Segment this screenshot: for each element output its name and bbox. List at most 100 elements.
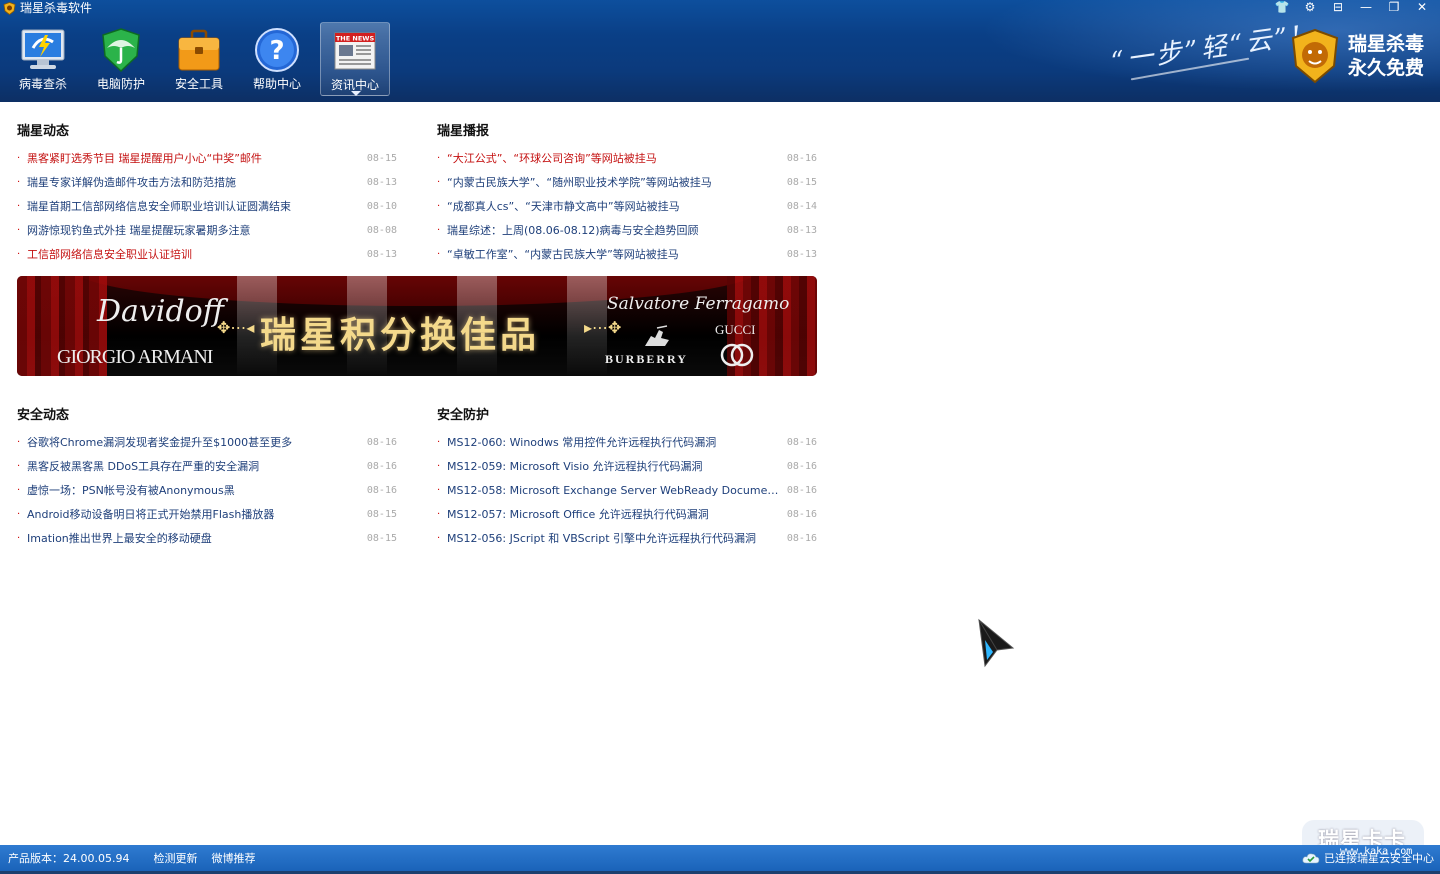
rising-broadcast-list: · “大江公式”、“环球公司咨询”等网站被挂马 08-16 · “内蒙古民族大学”、“随… [437,146,817,266]
news-title-link[interactable]: 瑞星综述：上周(08.06-08.12)病毒与安全趋势回顾 [447,222,783,238]
brand-line-1: 瑞星杀毒 [1348,33,1425,55]
news-title-link[interactable]: 工信部网络信息安全职业认证培训 [27,246,363,262]
rising-news-list: · 黑客紧盯选秀节目 瑞星提醒用户小心“中奖”邮件 08-15 · 瑞星专家详解伪造邮件… [17,146,397,266]
news-item[interactable]: · MS12-056: JScript 和 VBScript 引擎中允许远程执行代… [437,526,817,550]
news-item[interactable]: · “内蒙古民族大学”、“随州职业技术学院”等网站被挂马 08-15 [437,170,817,194]
news-title-link[interactable]: “大江公式”、“环球公司咨询”等网站被挂马 [447,150,783,166]
bullet-icon: · [437,436,441,448]
bullet-icon: · [17,176,21,188]
window-title: 瑞星杀毒软件 [20,1,93,15]
nav-label: 帮助中心 [252,77,301,91]
news-item[interactable]: · Android移动设备明日将正式开始禁用Flash播放器 08-15 [17,502,397,526]
news-item[interactable]: · 黑客反被黑客黑 DDoS工具存在严重的安全漏洞 08-16 [17,454,397,478]
bullet-icon: · [17,484,21,496]
news-item[interactable]: · 黑客紧盯选秀节目 瑞星提醒用户小心“中奖”邮件 08-15 [17,146,397,170]
news-item[interactable]: · 虚惊一场：PSN帐号没有被Anonymous黑 08-16 [17,478,397,502]
news-item[interactable]: · MS12-057: Microsoft Office 允许远程执行代码漏洞 08… [437,502,817,526]
news-title-link[interactable]: 网游惊现钓鱼式外挂 瑞星提醒玩家暑期多注意 [27,222,363,238]
bullet-icon: · [17,224,21,236]
bullet-icon: · [437,152,441,164]
news-date: 08-13 [366,248,397,260]
news-title-link[interactable]: 黑客紧盯选秀节目 瑞星提醒用户小心“中奖”邮件 [27,150,363,166]
minimize-button[interactable]: — [1352,0,1380,16]
product-version: 产品版本：24.00.05.94 [8,852,130,865]
banner-brand-gucci: GUCCI [715,322,756,337]
skin-button[interactable]: 👕 [1268,0,1296,16]
toolbox-icon [178,29,220,71]
menu-button[interactable]: ⊟ [1324,0,1352,16]
news-date: 08-15 [366,532,397,544]
news-item[interactable]: · “卓敏工作室”、“内蒙古民族大学”等网站被挂马 08-13 [437,242,817,266]
news-title-link[interactable]: 黑客反被黑客黑 DDoS工具存在严重的安全漏洞 [27,458,363,474]
news-item[interactable]: · “成都真人cs”、“天津市静文高中”等网站被挂马 08-14 [437,194,817,218]
nav-virus-scan[interactable]: 病毒查杀 [8,22,78,96]
status-bar: 产品版本：24.00.05.94 检测更新 微博推荐 已连接瑞星云安全中心 [0,845,1440,874]
bullet-icon: · [437,176,441,188]
news-item[interactable]: · 瑞星首期工信部网络信息安全师职业培训认证圆满结束 08-10 [17,194,397,218]
slogan: “一步”轻“云”! [1109,20,1307,78]
news-title-link[interactable]: MS12-059: Microsoft Visio 允许远程执行代码漏洞 [447,458,783,474]
news-date: 08-16 [366,460,397,472]
security-defense-list: · MS12-060: Winodws 常用控件允许远程执行代码漏洞 08-16 · M… [437,430,817,550]
restore-button[interactable]: ❐ [1380,0,1408,16]
news-date: 08-14 [786,200,817,212]
news-title-link[interactable]: 瑞星专家详解伪造邮件攻击方法和防范措施 [27,174,363,190]
news-title-link[interactable]: Android移动设备明日将正式开始禁用Flash播放器 [27,506,363,522]
news-date: 08-16 [786,460,817,472]
check-update-link[interactable]: 检测更新 [153,850,197,866]
close-button[interactable]: ✕ [1408,0,1436,16]
section-title-security-defense: 安全防护 [437,408,490,423]
news-title-link[interactable]: MS12-056: JScript 和 VBScript 引擎中允许远程执行代码… [447,530,783,546]
banner-brand-burberry: BURBERRY [605,352,688,366]
news-item[interactable]: · 工信部网络信息安全职业认证培训 08-13 [17,242,397,266]
news-title-link[interactable]: “卓敏工作室”、“内蒙古民族大学”等网站被挂马 [447,246,783,262]
news-title-link[interactable]: 瑞星首期工信部网络信息安全师职业培训认证圆满结束 [27,198,363,214]
lion-logo-icon [1291,28,1339,84]
nav-help-center[interactable]: ? 帮助中心 [242,22,312,96]
news-date: 08-13 [366,176,397,188]
promo-banner[interactable]: Davidoff GIORGIO ARMANI ✥⋯◂ 瑞星积分换佳品 ▸⋯✥ … [17,276,817,376]
monitor-scan-icon [21,29,65,69]
news-item[interactable]: · MS12-058: Microsoft Exchange Server Web… [437,478,817,502]
news-item[interactable]: · 谷歌将Chrome漏洞发现者奖金提升至$1000甚至更多 08-16 [17,430,397,454]
bullet-icon: · [437,484,441,496]
bullet-icon: · [17,200,21,212]
news-title-link[interactable]: 谷歌将Chrome漏洞发现者奖金提升至$1000甚至更多 [27,434,363,450]
nav-info-center[interactable]: THE NEWS 资讯中心 [320,22,390,96]
news-date: 08-10 [366,200,397,212]
news-item[interactable]: · MS12-059: Microsoft Visio 允许远程执行代码漏洞 08-… [437,454,817,478]
news-item[interactable]: · “大江公式”、“环球公司咨询”等网站被挂马 08-16 [437,146,817,170]
bullet-icon: · [17,532,21,544]
banner-ornament-right: ▸⋯✥ [584,318,622,337]
nav-label: 安全工具 [174,77,223,91]
news-date: 08-16 [786,484,817,496]
nav-pc-protect[interactable]: 电脑防护 [86,22,156,96]
umbrella-shield-icon [102,28,140,73]
banner-brand-davidoff: Davidoff [97,294,225,329]
news-title-link[interactable]: MS12-057: Microsoft Office 允许远程执行代码漏洞 [447,506,783,522]
news-date: 08-16 [786,532,817,544]
bullet-icon: · [437,248,441,260]
nav-security-tools[interactable]: 安全工具 [164,22,234,96]
main-nav: 病毒查杀 电脑防护 安全工具 ? 帮助中心 THE NEWS 资讯中心 [8,22,390,96]
mouse-cursor-icon [978,618,1015,668]
settings-button[interactable]: ⚙ [1296,0,1324,16]
news-title-link[interactable]: “内蒙古民族大学”、“随州职业技术学院”等网站被挂马 [447,174,783,190]
news-title-link[interactable]: MS12-060: Winodws 常用控件允许远程执行代码漏洞 [447,434,783,450]
section-title-rising-news: 瑞星动态 [17,124,70,139]
bullet-icon: · [17,436,21,448]
news-item[interactable]: · 瑞星专家详解伪造邮件攻击方法和防范措施 08-13 [17,170,397,194]
news-title-link[interactable]: “成都真人cs”、“天津市静文高中”等网站被挂马 [447,198,783,214]
news-title-link[interactable]: Imation推出世界上最安全的移动硬盘 [27,530,363,546]
news-item[interactable]: · Imation推出世界上最安全的移动硬盘 08-15 [17,526,397,550]
banner-ornament-left: ✥⋯◂ [217,318,255,337]
bullet-icon: · [437,224,441,236]
nav-label: 电脑防护 [96,77,145,91]
news-item[interactable]: · 网游惊现钓鱼式外挂 瑞星提醒玩家暑期多注意 08-08 [17,218,397,242]
news-item[interactable]: · 瑞星综述：上周(08.06-08.12)病毒与安全趋势回顾 08-13 [437,218,817,242]
banner-brand-ferragamo: Salvatore Ferragamo [607,294,790,314]
news-title-link[interactable]: MS12-058: Microsoft Exchange Server WebR… [447,482,783,498]
news-title-link[interactable]: 虚惊一场：PSN帐号没有被Anonymous黑 [27,482,363,498]
weibo-recommend-link[interactable]: 微博推荐 [211,850,255,866]
news-item[interactable]: · MS12-060: Winodws 常用控件允许远程执行代码漏洞 08-16 [437,430,817,454]
